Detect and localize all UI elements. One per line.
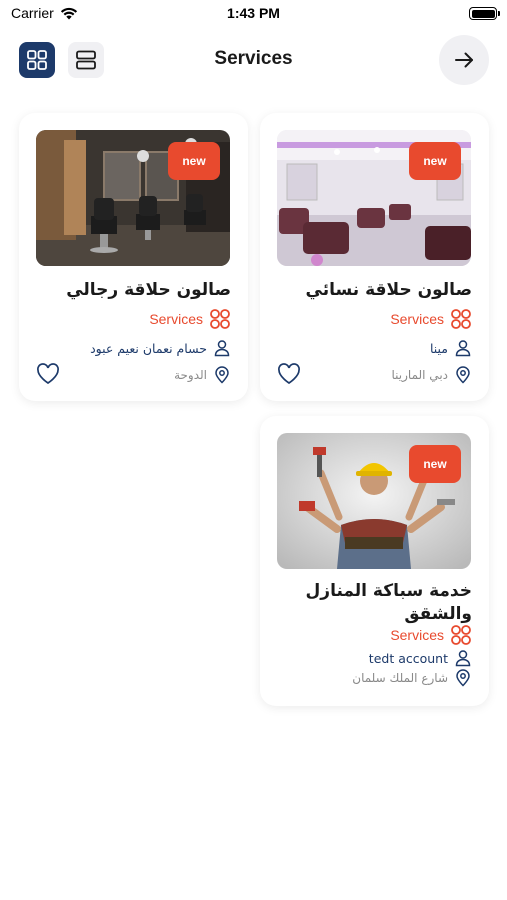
category-icon bbox=[451, 625, 471, 645]
status-time: 1:43 PM bbox=[227, 5, 280, 21]
heart-icon[interactable] bbox=[36, 363, 60, 385]
owner-row: مينا bbox=[430, 339, 472, 357]
card-title: صالون حلاقة نسائي bbox=[305, 280, 472, 300]
card-title: صالون حلاقة رجالي bbox=[66, 280, 231, 300]
category-row: Services bbox=[149, 308, 231, 330]
user-icon bbox=[214, 340, 230, 357]
service-card[interactable]: new صالون حلاقة نسائي Services مينا دبي … bbox=[260, 113, 489, 401]
category-icon bbox=[210, 309, 230, 329]
card-image: new bbox=[277, 433, 471, 569]
owner-name: حسام نعمان نعيم عبود bbox=[90, 340, 207, 356]
new-badge: new bbox=[168, 142, 220, 180]
owner-row: tedt account bbox=[369, 649, 472, 667]
owner-name: مينا bbox=[429, 340, 448, 356]
location-row: شارع الملك سلمان bbox=[352, 669, 472, 687]
heart-icon[interactable] bbox=[277, 363, 301, 385]
new-badge: new bbox=[409, 142, 461, 180]
owner-name: tedt account bbox=[368, 650, 448, 666]
location-label: دبي المارينا bbox=[391, 368, 449, 382]
new-badge: new bbox=[409, 445, 461, 483]
card-image: new bbox=[277, 130, 471, 266]
location-pin-icon bbox=[456, 669, 470, 687]
header: Services bbox=[0, 34, 507, 86]
battery-icon bbox=[469, 7, 500, 20]
status-bar: Carrier 1:43 PM bbox=[0, 0, 507, 28]
location-row: دبي المارينا bbox=[392, 366, 473, 384]
service-card[interactable]: new صالون حلاقة رجالي Services حسام نعما… bbox=[19, 113, 248, 401]
card-title: خدمة سباكة المنازل والشقق bbox=[305, 581, 472, 624]
service-card[interactable]: new خدمة سباكة المنازل والشقق Services t… bbox=[260, 416, 489, 706]
location-label: الدوحة bbox=[174, 368, 207, 382]
category-label: Services bbox=[390, 311, 444, 327]
category-icon bbox=[451, 309, 471, 329]
category-label: Services bbox=[149, 311, 203, 327]
page-title: Services bbox=[214, 48, 293, 69]
user-icon bbox=[455, 340, 471, 357]
card-image: new bbox=[36, 130, 230, 266]
location-row: الدوحة bbox=[174, 366, 231, 384]
location-pin-icon bbox=[215, 366, 229, 384]
arrow-right-icon bbox=[455, 52, 473, 68]
category-row: Services bbox=[390, 308, 472, 330]
forward-button[interactable] bbox=[439, 35, 489, 85]
owner-row: حسام نعمان نعيم عبود bbox=[90, 339, 231, 357]
user-icon bbox=[455, 650, 471, 667]
category-row: Services bbox=[390, 624, 472, 646]
category-label: Services bbox=[390, 627, 444, 643]
location-label: شارع الملك سلمان bbox=[352, 671, 448, 685]
location-pin-icon bbox=[456, 366, 470, 384]
